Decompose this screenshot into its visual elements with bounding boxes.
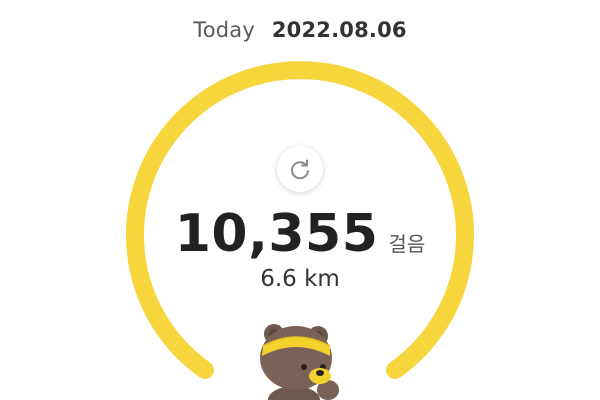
distance-value: 6.6 km — [260, 266, 340, 292]
refresh-icon — [291, 159, 309, 180]
bear-mascot-icon — [260, 324, 339, 400]
step-count: 10,355 걸음 — [0, 204, 600, 264]
step-count-value: 10,355 — [174, 204, 379, 264]
refresh-button[interactable] — [277, 146, 323, 192]
step-counter-screen: Today 2022.08.06 10,355 걸음 6.6 km — [0, 0, 600, 400]
step-count-unit: 걸음 — [388, 232, 426, 256]
